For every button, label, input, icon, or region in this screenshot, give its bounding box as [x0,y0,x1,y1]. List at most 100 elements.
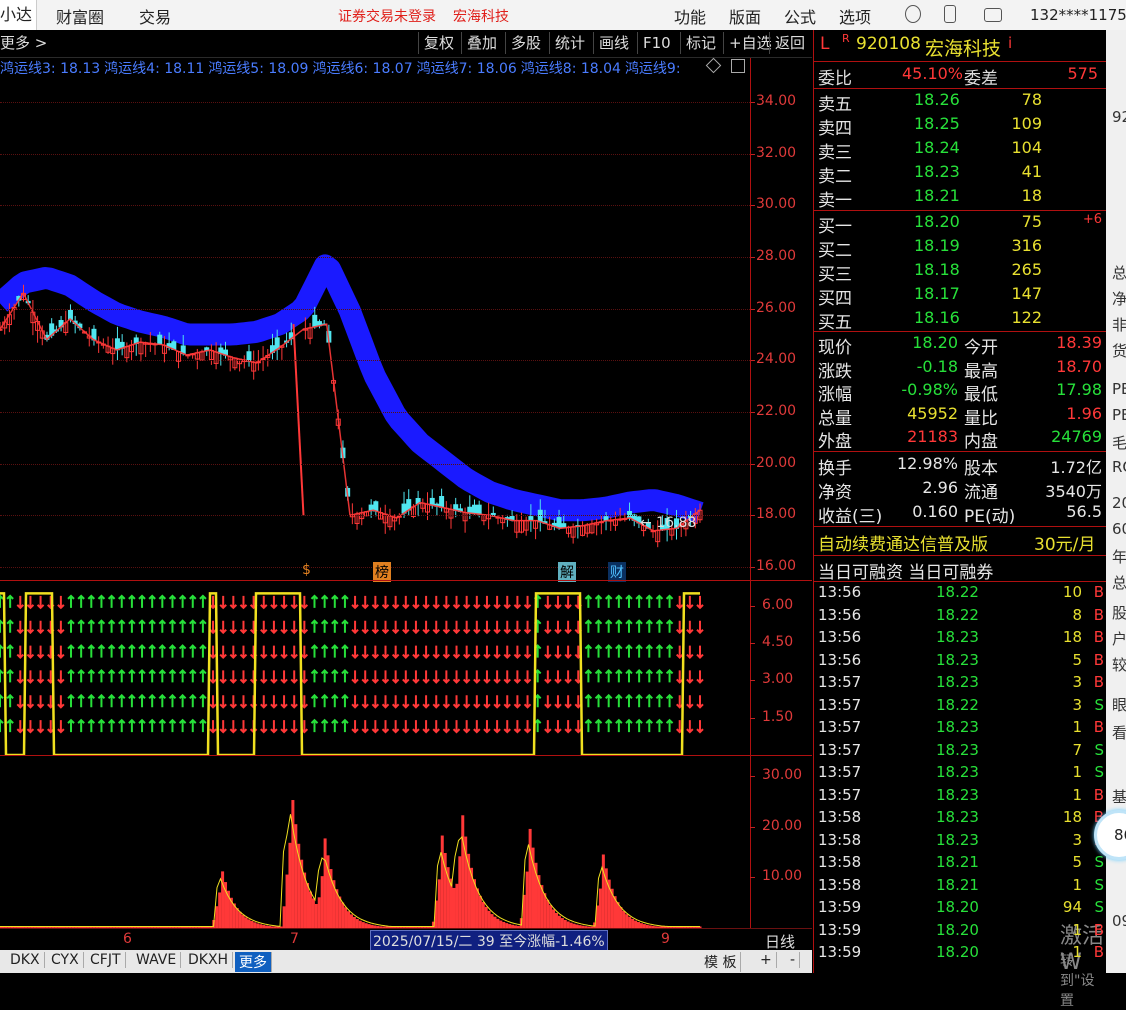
price-chart[interactable] [0,76,750,580]
buy-arrow [686,595,694,610]
ask-row[interactable]: 卖四 18.25 109 [818,114,1104,139]
buy-arrow [351,645,359,659]
buy-arrow [229,670,238,684]
buy-arrow [462,620,471,635]
tick-price: 18.21 [936,875,979,894]
tick-time: 13:58 [818,853,862,871]
buy-arrow [402,670,410,684]
ask-row[interactable]: 卖一 18.21 18 [818,186,1104,211]
volume-chart[interactable] [0,756,750,928]
tab-wave[interactable]: WAVE [132,952,182,968]
buy-arrow [402,645,410,659]
info-icon[interactable]: i [1008,34,1012,52]
multi-stock-button[interactable]: 多股 [505,32,546,54]
buy-arrow [280,620,288,635]
sell-arrow [6,693,14,708]
tick-volume: 94 [1062,898,1082,916]
trade-tick-row: 13:56 18.22 10 B [818,583,1106,605]
signal-tick [750,605,755,607]
ask-row[interactable]: 卖二 18.23 41 [818,162,1104,187]
statistics-button[interactable]: 统计 [549,32,590,54]
mark-button[interactable]: 标记 [680,32,721,54]
more-button[interactable]: 更多 > [0,32,52,54]
phone-icon[interactable] [944,5,956,23]
event-mark-finance[interactable]: 财 [608,562,626,582]
buy-arrow [219,645,227,659]
bid-row[interactable]: 买五 18.16 122 [818,308,1104,333]
user-account[interactable]: 132****1175 [1030,6,1126,24]
login-warning[interactable]: 证券交易未登录 [338,6,436,26]
sell-arrow [665,594,674,608]
bid-row[interactable]: 买一 18.20 75 +6 [818,212,1104,237]
draw-line-button[interactable]: 画线 [593,32,634,54]
tick-side: B [1093,673,1104,691]
volume-bar [288,842,292,928]
buy-arrow [503,620,511,635]
back-button[interactable]: 返回 [769,32,810,54]
promo-banner[interactable]: 自动续费通达信普及版 30元/月 [818,530,1104,555]
buy-arrow [391,695,400,709]
event-mark-dividend[interactable]: $ [300,562,313,578]
sell-arrow [138,718,146,733]
buy-arrow [483,695,491,709]
sell-arrow [310,644,319,658]
tab-home[interactable]: 小达 [0,0,38,30]
buy-arrow [473,595,481,610]
tab-cyx[interactable]: CYX [47,952,84,968]
legend-collapse-icon[interactable] [731,59,745,73]
buy-arrow [361,720,369,734]
tab-wealth-circle[interactable]: 财富圈 [56,4,104,28]
buy-arrow [462,670,471,684]
f10-button[interactable]: F10 [637,32,676,54]
ask-row[interactable]: 卖三 18.24 104 [818,138,1104,163]
sell-arrow [320,619,329,633]
event-mark-rank[interactable]: 榜 [373,562,391,582]
template-button[interactable]: 模 板 [700,952,742,972]
tick-price: 18.23 [936,650,979,669]
tick-time: 13:58 [818,875,862,894]
quote-stat-row: 现价 18.20 今开 18.39 [818,333,1104,358]
zoom-in-button[interactable]: + [756,952,777,968]
buy-arrow [239,670,248,684]
sell-arrow [168,594,177,608]
volume-bar [221,871,225,928]
bid-row[interactable]: 买三 18.18 265 [818,260,1104,285]
side-strip-label: RO [1112,458,1126,476]
buy-arrow [371,695,380,709]
adjust-button[interactable]: 复权 [418,32,459,54]
buy-arrow [16,645,24,659]
tick-price: 18.23 [936,830,979,849]
volume-bar [525,871,529,928]
menu-formula[interactable]: 公式 [784,4,816,28]
sell-arrow [604,644,613,658]
signal-indicator-chart[interactable] [0,581,750,755]
sell-arrow [118,644,126,658]
legend-item: 鸿运线8: 18.04 [520,61,621,77]
tab-dkxh[interactable]: DKXH [184,952,234,968]
tab-trade[interactable]: 交易 [139,4,171,28]
order-level-label: 买一 [818,217,852,237]
ask-row[interactable]: 卖五 18.26 78 [818,90,1104,115]
menu-function[interactable]: 功能 [674,4,706,28]
buy-arrow [523,695,532,709]
menu-options[interactable]: 选项 [839,4,871,28]
tab-dkx[interactable]: DKX [6,952,45,968]
order-price: 18.21 [914,186,960,205]
volume-tick-label: 10.00 [762,868,803,885]
buy-arrow [16,670,24,684]
bid-row[interactable]: 买四 18.17 147 [818,284,1104,309]
zoom-out-button[interactable]: - [786,952,801,968]
sell-arrow [310,669,319,683]
overlay-button[interactable]: 叠加 [461,32,502,54]
period-selector[interactable]: 日线 [765,931,795,952]
mail-icon[interactable] [984,8,1002,22]
tab-cfjt[interactable]: CFJT [86,952,126,968]
buy-arrow [239,720,248,734]
sell-arrow [341,594,349,608]
menu-layout[interactable]: 版面 [729,4,761,28]
order-volume: 104 [1011,138,1042,157]
bid-row[interactable]: 买二 18.19 316 [818,236,1104,261]
event-mark-unlock[interactable]: 解 [558,562,576,582]
tab-more[interactable]: 更多 [235,952,272,972]
support-icon[interactable] [905,5,921,23]
